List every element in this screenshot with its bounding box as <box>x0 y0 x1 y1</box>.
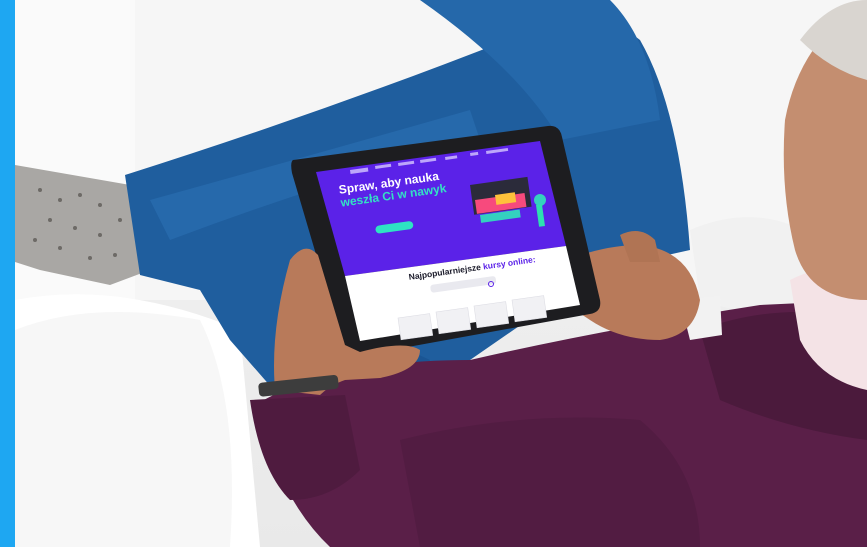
search-icon <box>488 281 494 287</box>
photo-scene: Spraw, aby nauka weszła Ci w nawyk Najpo… <box>0 0 867 547</box>
